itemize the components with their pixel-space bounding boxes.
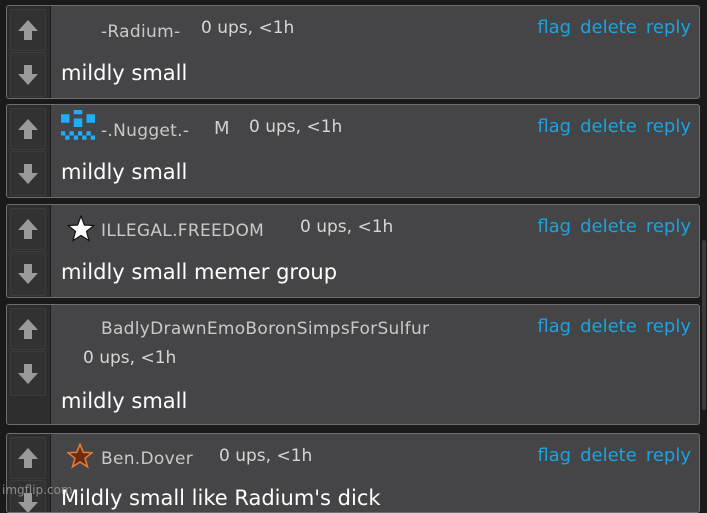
reply-link[interactable]: reply bbox=[646, 445, 691, 466]
blue-pixel-face-icon[interactable] bbox=[61, 110, 95, 144]
delete-link[interactable]: delete bbox=[580, 216, 637, 237]
comment-meta: 0 ups, <1h bbox=[83, 348, 176, 368]
delete-link[interactable]: delete bbox=[580, 445, 637, 466]
vote-column bbox=[7, 434, 51, 512]
comment-item: BadlyDrawnEmoBoronSimpsForSulfur 0 ups, … bbox=[6, 304, 700, 425]
reply-link[interactable]: reply bbox=[646, 216, 691, 237]
comment-username[interactable]: BadlyDrawnEmoBoronSimpsForSulfur bbox=[101, 319, 429, 339]
vote-column bbox=[7, 6, 51, 98]
reply-link[interactable]: reply bbox=[646, 116, 691, 137]
comment-text: mildly small memer group bbox=[61, 260, 337, 284]
vote-column bbox=[7, 305, 51, 424]
upvote-button[interactable] bbox=[10, 9, 46, 51]
arrow-down-icon bbox=[17, 163, 39, 185]
white-star-icon[interactable] bbox=[67, 215, 95, 243]
arrow-up-icon bbox=[17, 218, 39, 240]
flag-link[interactable]: flag bbox=[537, 116, 571, 137]
upvote-button[interactable] bbox=[10, 437, 46, 479]
comment-username[interactable]: -Radium- bbox=[101, 22, 180, 42]
comment-text: mildly small bbox=[61, 61, 187, 85]
vote-column bbox=[7, 205, 51, 297]
mod-badge: M bbox=[214, 118, 230, 139]
reply-link[interactable]: reply bbox=[646, 316, 691, 337]
comment-item: -Radium- 0 ups, <1h flag delete reply mi… bbox=[6, 5, 700, 99]
scrollbar[interactable] bbox=[702, 240, 706, 410]
comment-meta: 0 ups, <1h bbox=[201, 18, 294, 38]
comment-text: mildly small bbox=[61, 160, 187, 184]
upvote-button[interactable] bbox=[10, 308, 46, 350]
downvote-button[interactable] bbox=[10, 351, 46, 396]
downvote-button[interactable] bbox=[10, 151, 46, 196]
comment-text: Mildly small like Radium's dick bbox=[61, 486, 381, 510]
comment-item: ILLEGAL.FREEDOM 0 ups, <1h flag delete r… bbox=[6, 204, 700, 298]
delete-link[interactable]: delete bbox=[580, 17, 637, 38]
arrow-up-icon bbox=[17, 19, 39, 41]
arrow-down-icon bbox=[17, 64, 39, 86]
comment-meta: 0 ups, <1h bbox=[300, 217, 393, 237]
orange-star-icon[interactable] bbox=[67, 443, 93, 469]
comment-username[interactable]: -.Nugget.- bbox=[101, 121, 189, 141]
vote-column bbox=[7, 105, 51, 197]
delete-link[interactable]: delete bbox=[580, 316, 637, 337]
arrow-up-icon bbox=[17, 447, 39, 469]
downvote-button[interactable] bbox=[10, 251, 46, 296]
comment-item: Ben.Dover 0 ups, <1h flag delete reply M… bbox=[6, 433, 700, 513]
comment-username[interactable]: Ben.Dover bbox=[101, 449, 193, 469]
comment-text: mildly small bbox=[61, 389, 187, 413]
reply-link[interactable]: reply bbox=[646, 17, 691, 38]
comment-item: -.Nugget.- M 0 ups, <1h flag delete repl… bbox=[6, 104, 700, 198]
upvote-button[interactable] bbox=[10, 208, 46, 250]
arrow-up-icon bbox=[17, 118, 39, 140]
downvote-button[interactable] bbox=[10, 52, 46, 97]
flag-link[interactable]: flag bbox=[537, 445, 571, 466]
arrow-down-icon bbox=[17, 363, 39, 385]
flag-link[interactable]: flag bbox=[537, 17, 571, 38]
arrow-up-icon bbox=[17, 318, 39, 340]
delete-link[interactable]: delete bbox=[580, 116, 637, 137]
upvote-button[interactable] bbox=[10, 108, 46, 150]
flag-link[interactable]: flag bbox=[537, 216, 571, 237]
comment-meta: 0 ups, <1h bbox=[249, 117, 342, 137]
watermark: imgflip.com bbox=[2, 483, 73, 497]
comment-username[interactable]: ILLEGAL.FREEDOM bbox=[101, 221, 264, 241]
comment-meta: 0 ups, <1h bbox=[219, 446, 312, 466]
flag-link[interactable]: flag bbox=[537, 316, 571, 337]
arrow-down-icon bbox=[17, 263, 39, 285]
